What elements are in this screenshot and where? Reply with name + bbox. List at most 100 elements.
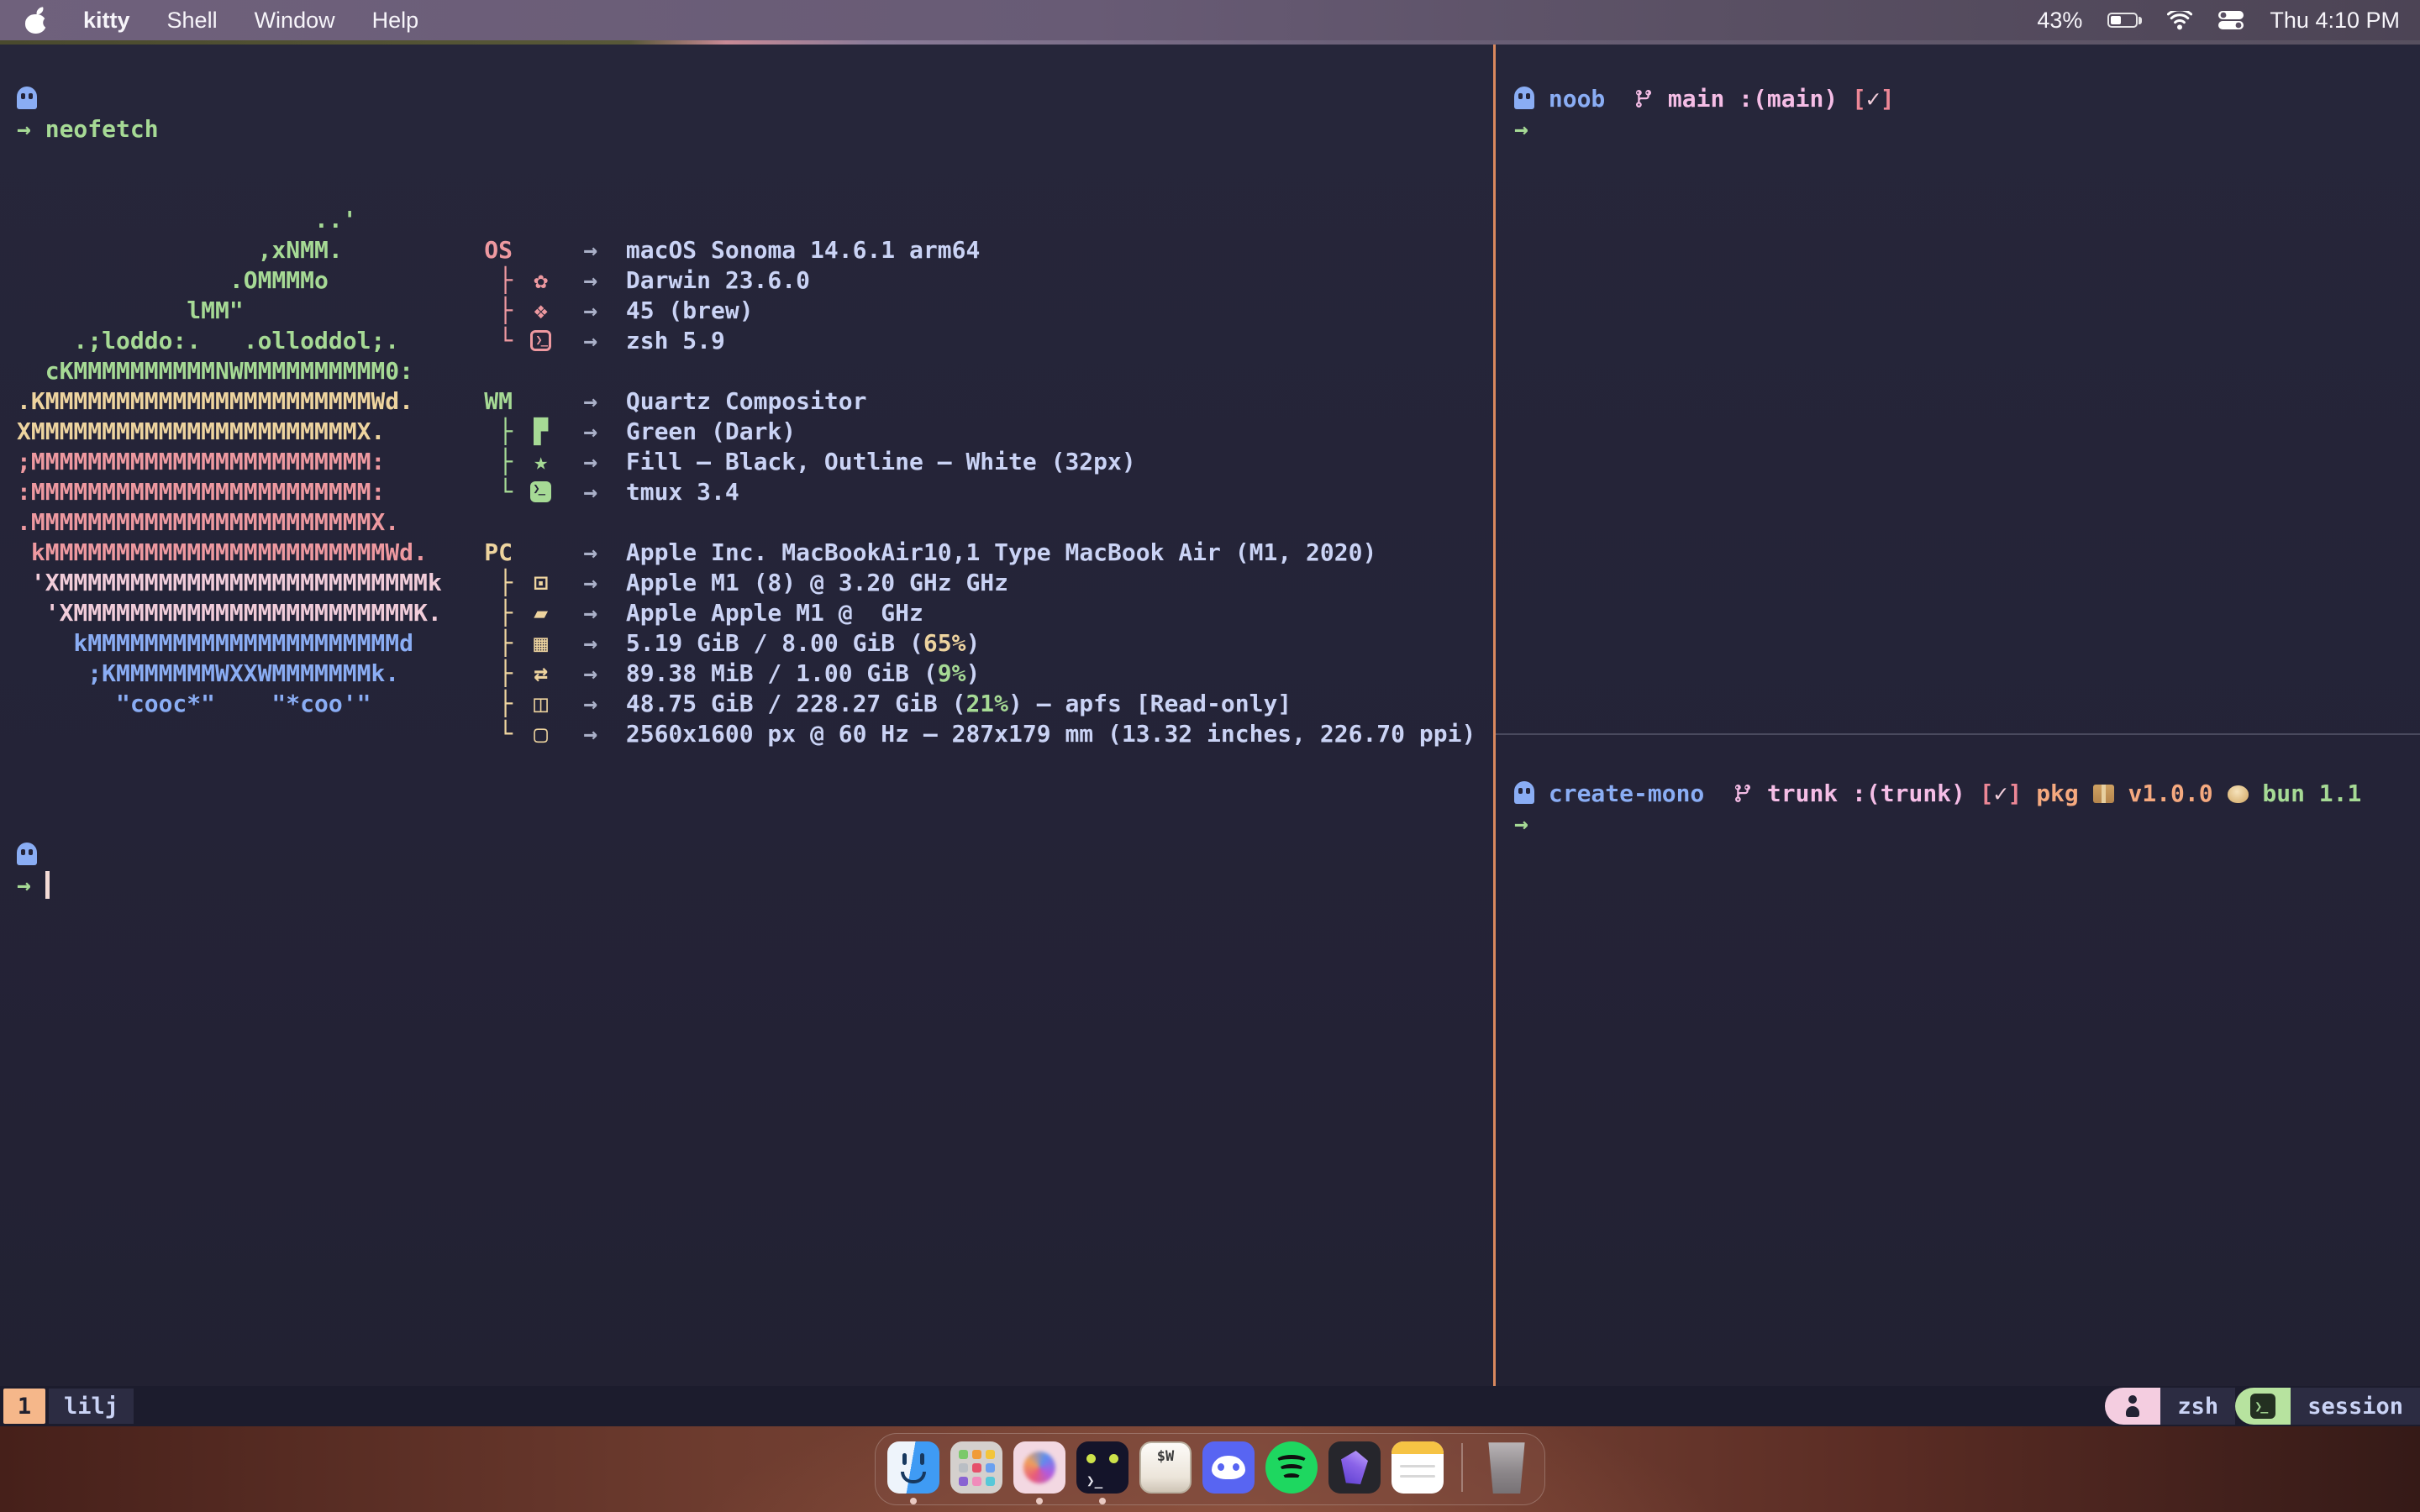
text-segment — [555, 659, 584, 687]
terminal-pane-noob[interactable]: noob main :(main) [✓]→ — [1496, 45, 2420, 733]
text-segment: → — [583, 417, 597, 445]
running-indicator-dot — [1099, 1498, 1106, 1504]
text-segment: └ — [484, 327, 527, 354]
text-segment: ├ — [484, 266, 527, 294]
packages-icon: ❖ — [527, 296, 555, 326]
tmux-window-name[interactable]: lilj — [49, 1389, 134, 1424]
text-segment: tmux 3.4 — [626, 478, 739, 506]
spotify-icon — [1265, 1441, 1318, 1494]
discord-icon — [1202, 1441, 1255, 1494]
text-segment: └ — [484, 720, 527, 748]
neofetch-ascii-art: :MMMMMMMMMMMMMMMMMMMMMMMM: — [17, 477, 484, 507]
control-center-icon[interactable] — [2217, 10, 2244, 30]
text-segment: → — [583, 599, 597, 627]
text-segment: ├ — [484, 659, 527, 687]
disk-icon: ◫ — [527, 689, 555, 719]
text-segment — [1534, 85, 1549, 113]
text-segment — [597, 387, 626, 415]
dock-item-notes[interactable] — [1392, 1441, 1444, 1505]
text-segment: 65% — [923, 629, 966, 657]
tmux-segment-label[interactable]: zsh — [2160, 1388, 2235, 1425]
text-segment: → — [1514, 810, 1528, 837]
text-segment — [597, 448, 626, 475]
text-segment — [597, 629, 626, 657]
terminal-pane-neofetch[interactable]: → neofetch ..' ,xNMM.OS → macOS Sonoma 1… — [0, 45, 1493, 1386]
terminal-line: .KMMMMMMMMMMMMMMMMMMMMMMMWd.WM → Quartz … — [17, 386, 1493, 417]
terminal-pane-create-mono[interactable]: create-mono trunk :(trunk) [✓] pkg v1.0.… — [1496, 735, 2420, 1386]
terminal-line: noob main :(main) [✓] — [1514, 84, 2420, 114]
running-indicator-dot — [910, 1498, 917, 1504]
terminal-line: create-mono trunk :(trunk) [✓] pkg v1.0.… — [1514, 779, 2420, 809]
text-segment: → — [583, 659, 597, 687]
text-segment: ✓ — [1866, 85, 1881, 113]
dock-item-launchpad[interactable] — [950, 1441, 1002, 1505]
menu-bar-left: kitty Shell Window Help — [0, 8, 418, 34]
dock-divider — [1461, 1443, 1463, 1492]
text-segment: 2560x1600 px @ 60 Hz – 287x179 mm (13.32… — [626, 720, 1476, 748]
dock-item-trash[interactable] — [1481, 1441, 1533, 1505]
text-segment: ] — [2007, 780, 2022, 807]
text-segment: :(main) — [1739, 85, 1838, 113]
finder-icon — [887, 1441, 939, 1494]
tmux-status-left: 1 lilj — [0, 1386, 134, 1426]
dock-item-shortcut-key[interactable]: $W — [1139, 1441, 1192, 1505]
text-segment — [1605, 85, 1634, 113]
text-segment: → — [1514, 115, 1528, 143]
text-segment — [597, 417, 626, 445]
menu-item-help[interactable]: Help — [372, 8, 419, 34]
text-segment — [555, 478, 584, 506]
text-segment: main — [1668, 85, 1724, 113]
dock-item-arc[interactable] — [1013, 1441, 1065, 1505]
arc-icon — [1013, 1441, 1065, 1494]
dock-item-spotify[interactable] — [1265, 1441, 1318, 1505]
text-segment — [2114, 780, 2128, 807]
tmux-status-bar: 1 lilj zsh❯_session — [0, 1386, 2420, 1426]
terminal-line: → — [17, 870, 1493, 900]
terminal-line: └ ▢ → 2560x1600 px @ 60 Hz – 287x179 mm … — [17, 719, 1493, 749]
text-segment: 9% — [938, 659, 966, 687]
menu-bar: kitty Shell Window Help 43% — [0, 0, 2420, 40]
text-segment — [597, 690, 626, 717]
text-segment: → — [583, 266, 597, 294]
menu-item-window[interactable]: Window — [255, 8, 335, 34]
text-segment — [1704, 780, 1733, 807]
text-segment: → — [17, 115, 45, 143]
dock-item-kitty[interactable]: ❯_ — [1076, 1441, 1128, 1505]
text-segment: neofetch — [45, 115, 159, 143]
cursor-star-icon: ★ — [527, 447, 555, 477]
neofetch-ascii-art: "cooc*" "*coo'" — [17, 689, 484, 719]
terminal-line: kMMMMMMMMMMMMMMMMMMMMMMd ├ ▦ → 5.19 GiB … — [17, 628, 1493, 659]
terminal-line: → neofetch — [17, 114, 1493, 144]
neofetch-ascii-art: kMMMMMMMMMMMMMMMMMMMMMMd — [17, 628, 484, 659]
wallpaper-sliver — [0, 40, 2420, 45]
dock-item-finder[interactable] — [887, 1441, 939, 1505]
text-segment: v1.0.0 — [2128, 780, 2212, 807]
ghost-prompt-icon — [17, 843, 37, 865]
battery-percent-label: 43% — [2037, 8, 2082, 34]
wifi-icon[interactable] — [2167, 11, 2192, 30]
menu-clock[interactable]: Thu 4:10 PM — [2270, 8, 2400, 34]
dock-item-obsidian[interactable] — [1328, 1441, 1381, 1505]
text-segment: Green (Dark) — [626, 417, 796, 445]
terminal-line: XMMMMMMMMMMMMMMMMMMMMMMMX. ├ ▛ → Green (… — [17, 417, 1493, 447]
text-segment: → — [583, 629, 597, 657]
menu-app-name[interactable]: kitty — [83, 8, 130, 34]
terminal-line — [17, 810, 1493, 840]
tmux-segment-label[interactable]: session — [2291, 1388, 2420, 1425]
text-segment — [555, 629, 584, 657]
neofetch-ascii-art: ;MMMMMMMMMMMMMMMMMMMMMMMM: — [17, 447, 484, 477]
menu-item-shell[interactable]: Shell — [167, 8, 218, 34]
battery-icon[interactable] — [2107, 13, 2142, 28]
dock-item-discord[interactable] — [1202, 1441, 1255, 1505]
neofetch-ascii-art: cKMMMMMMMMMMNWMMMMMMMMMM0: — [17, 356, 484, 386]
neofetch-ascii-art: 'XMMMMMMMMMMMMMMMMMMMMMMMMK. — [17, 598, 484, 628]
apple-menu-icon[interactable] — [25, 8, 46, 34]
terminal-line: kMMMMMMMMMMMMMMMMMMMMMMMMWd.PC → Apple I… — [17, 538, 1493, 568]
tmux-window-index[interactable]: 1 — [3, 1389, 45, 1424]
text-segment: → — [17, 871, 45, 899]
terminal-line — [17, 780, 1493, 810]
text-segment — [2213, 780, 2228, 807]
trash-icon — [1484, 1441, 1529, 1494]
text-segment: Apple Inc. MacBookAir10,1 Type MacBook A… — [626, 538, 1376, 566]
terminal-line: .MMMMMMMMMMMMMMMMMMMMMMMMX. — [17, 507, 1493, 538]
